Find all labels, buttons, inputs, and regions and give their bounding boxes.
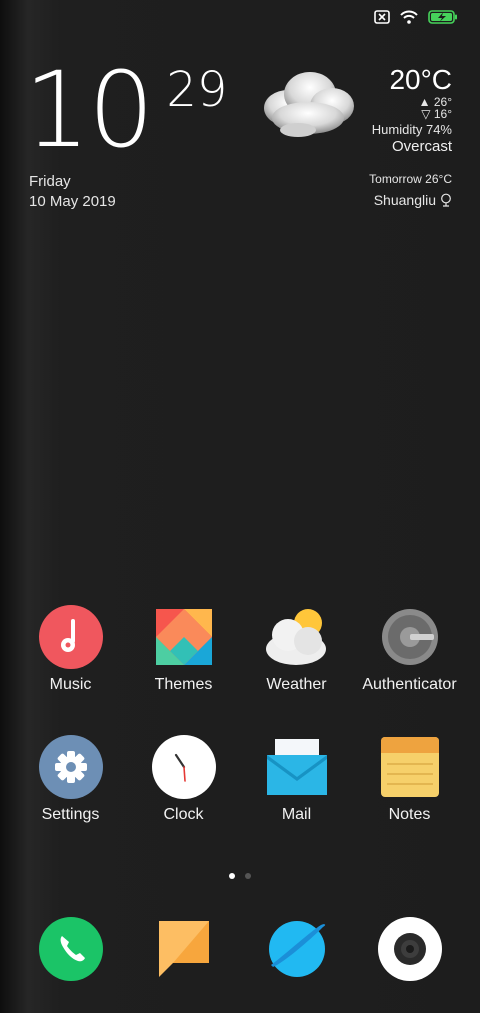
weather-widget[interactable]: 20°C ▲ 26° ▽ 16° Humidity 74% Overcast [372, 64, 452, 156]
dock-browser[interactable] [264, 916, 330, 982]
app-label: Music [49, 676, 92, 693]
location-name: Shuangliu [373, 192, 436, 208]
status-bar [374, 10, 458, 24]
app-themes[interactable]: Themes [127, 604, 240, 694]
wifi-icon [400, 10, 418, 24]
app-settings[interactable]: Settings [14, 734, 127, 824]
dock [14, 916, 466, 982]
dock-camera[interactable] [377, 916, 443, 982]
app-grid: Music Themes Weather Authenticator Setti… [14, 604, 466, 824]
humidity: Humidity 74% [371, 122, 452, 137]
app-mail[interactable]: Mail [240, 734, 353, 824]
overcast-cloud-icon[interactable] [258, 64, 358, 144]
app-label: Notes [388, 806, 431, 823]
dock-phone[interactable] [38, 916, 104, 982]
clock-widget[interactable]: 10 29 [24, 49, 228, 171]
camera-icon [377, 917, 442, 981]
weather-sun-cloud-icon [265, 609, 326, 665]
browser-planet-icon [268, 921, 325, 977]
location-pin-icon [441, 193, 451, 207]
app-label: Themes [154, 676, 213, 693]
music-note-icon [38, 605, 103, 669]
down-arrow-icon: ▽ [421, 107, 434, 121]
mail-envelope-icon [266, 739, 327, 795]
battery-charging-icon [428, 10, 457, 24]
day-label: Friday [29, 173, 71, 190]
notes-icon [380, 737, 439, 797]
no-sim-icon [374, 10, 390, 24]
app-music[interactable]: Music [14, 604, 127, 694]
clock-minute: 29 [166, 62, 228, 118]
clock-icon [151, 735, 216, 799]
page-dot[interactable] [245, 873, 251, 879]
low-temp-row: ▽ 16° [372, 108, 452, 120]
page-dot-active[interactable] [229, 873, 235, 879]
app-label: Settings [41, 806, 100, 823]
clock-hour: 10 [24, 49, 154, 171]
themes-icon [155, 609, 212, 665]
current-temperature: 20°C [389, 64, 452, 95]
low-temp: 16° [433, 107, 452, 121]
date-label: 10 May 2019 [29, 193, 116, 210]
weather-condition: Overcast [391, 138, 452, 155]
page-indicator [0, 873, 480, 879]
app-authenticator[interactable]: Authenticator [353, 604, 466, 694]
app-label: Clock [163, 806, 204, 823]
phone-icon [38, 917, 103, 981]
dock-messages[interactable] [151, 916, 217, 982]
app-clock[interactable]: Clock [127, 734, 240, 824]
app-notes[interactable]: Notes [353, 734, 466, 824]
app-weather[interactable]: Weather [240, 604, 353, 694]
app-label: Authenticator [362, 676, 457, 693]
authenticator-icon [381, 609, 438, 665]
gear-icon [38, 735, 103, 799]
message-bubble-icon [158, 921, 209, 977]
date-block: Friday 10 May 2019 [29, 172, 116, 212]
location-row[interactable]: Shuangliu [374, 192, 452, 208]
app-label: Mail [281, 806, 312, 823]
tomorrow-forecast: Tomorrow 26°C [369, 172, 452, 186]
app-label: Weather [266, 676, 327, 693]
